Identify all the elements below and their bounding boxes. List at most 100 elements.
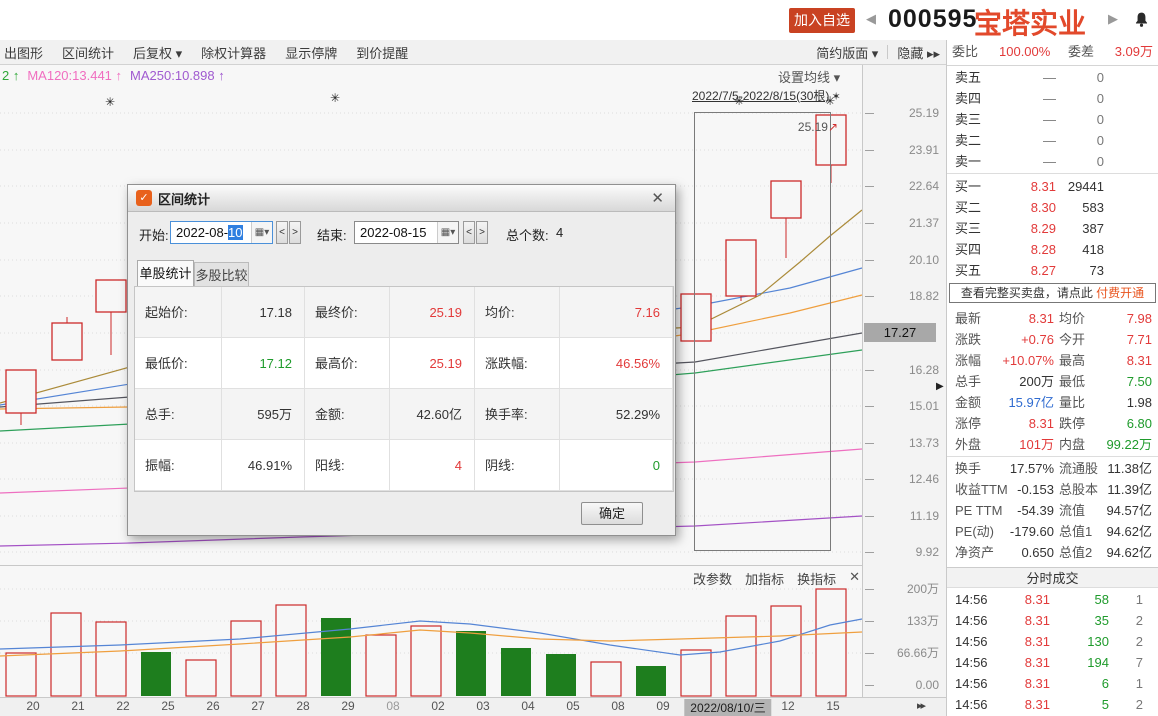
interval-stats-dialog: ✓ 区间统计 ✕ 开始: 2022-08-10 ▦▾ < > 结束: 2022-…: [127, 184, 676, 536]
table-label: 振幅:: [135, 440, 222, 491]
add-watchlist-button[interactable]: 加入自选: [789, 8, 855, 33]
dialog-close-icon[interactable]: ✕: [648, 189, 667, 207]
tab-single[interactable]: 单股统计: [137, 260, 194, 286]
start-date-input[interactable]: 2022-08-10 ▦▾: [170, 221, 273, 244]
table-label: 涨跌幅:: [475, 338, 560, 389]
stat-value: -0.153: [1017, 479, 1054, 500]
x-label: 25: [161, 699, 174, 713]
stat-value: 11.38亿: [1107, 458, 1152, 479]
x-label: 02: [431, 699, 444, 713]
menu-divider: [887, 45, 888, 59]
buy-row-3[interactable]: 买三8.29387: [947, 218, 1158, 239]
x-label: 03: [476, 699, 489, 713]
ma-label-1: MA120:13.441 ↑: [27, 68, 122, 83]
divider: [947, 456, 1158, 457]
start-date-text: 2022-08-: [176, 225, 228, 240]
axis-tick: [865, 685, 874, 686]
stat-label: 净资产: [955, 542, 994, 563]
sell-row-4[interactable]: 卖四—0: [947, 88, 1158, 109]
paywall-notice[interactable]: 查看完整买卖盘，请点此 付费开通: [949, 283, 1156, 303]
axis-label: 0.00: [916, 676, 939, 694]
sell-price: —: [1043, 130, 1056, 151]
menu-item-5[interactable]: 到价提醒: [356, 43, 408, 62]
stat-value: 11.39亿: [1107, 479, 1152, 500]
buy-row-1[interactable]: 买一8.3129441: [947, 176, 1158, 197]
stat-value: +0.76: [1021, 329, 1054, 350]
start-prev-button[interactable]: <: [276, 221, 288, 244]
menu-item-0[interactable]: 出图形: [4, 43, 43, 62]
buy-row-4[interactable]: 买四8.28418: [947, 239, 1158, 260]
menu-item-3[interactable]: 除权计算器: [201, 43, 266, 62]
calendar-dropdown-icon[interactable]: ▦▾: [437, 222, 458, 243]
set-ma-button[interactable]: 设置均线 ▾: [778, 67, 840, 86]
stat-value: 7.50: [1127, 371, 1152, 392]
dialog-title-bar[interactable]: ✓ 区间统计 ✕: [128, 185, 675, 212]
table-value: 25.19: [390, 287, 475, 338]
sell-volume: 0: [1097, 130, 1104, 151]
end-date-input[interactable]: 2022-08-15 ▦▾: [354, 221, 459, 244]
stat-value: 94.62亿: [1106, 542, 1152, 563]
volume-tool-2[interactable]: 换指标: [797, 569, 836, 588]
stats2-row-0: 换手17.57%流通股11.38亿: [947, 458, 1158, 479]
calendar-dropdown-icon[interactable]: ▦▾: [251, 222, 272, 243]
alert-bell-icon[interactable]: [1133, 10, 1150, 32]
buy-volume: 29441: [1068, 176, 1104, 197]
tick-count: 7: [1136, 652, 1143, 673]
menu-item-4[interactable]: 显示停牌: [285, 43, 337, 62]
sell-row-1[interactable]: 卖一—0: [947, 151, 1158, 172]
stat-label: 换手: [955, 458, 981, 479]
menu-item-2[interactable]: 后复权 ▾: [133, 43, 182, 62]
x-label: 09: [656, 699, 669, 713]
stat-label: 涨跌: [955, 329, 981, 350]
tick-row-2: 14:568.311302: [947, 631, 1158, 652]
stat-value: 8.31: [1029, 413, 1054, 434]
next-stock-icon[interactable]: ▶: [1108, 11, 1118, 27]
tab-multi[interactable]: 多股比较: [194, 262, 249, 286]
menu-right-item-1[interactable]: 隐藏 ▸▸: [897, 43, 940, 62]
stat-value: 94.57亿: [1106, 500, 1152, 521]
sell-row-5[interactable]: 卖五—0: [947, 67, 1158, 88]
table-label: 阳线:: [305, 440, 390, 491]
quote-panel: 委比 100.00% 委差 3.09万 查看完整买卖盘，请点此 付费开通 分时成…: [946, 40, 1158, 716]
start-next-button[interactable]: >: [289, 221, 301, 244]
volume-tool-1[interactable]: 加指标: [745, 569, 784, 588]
axis-tick: [865, 150, 874, 151]
end-next-button[interactable]: >: [476, 221, 488, 244]
end-prev-button[interactable]: <: [463, 221, 475, 244]
paywall-link[interactable]: 付费开通: [1096, 286, 1144, 300]
scroll-right-icon[interactable]: ▸▸: [917, 699, 924, 712]
buy-row-5[interactable]: 买五8.2773: [947, 260, 1158, 281]
x-label: 29: [341, 699, 354, 713]
range-label[interactable]: 2022/7/5-2022/8/15(30根)✶: [692, 87, 841, 104]
stat-label: 金额: [955, 392, 981, 413]
tick-count: 2: [1136, 631, 1143, 652]
sell-label: 卖四: [955, 88, 981, 109]
buy-price: 8.27: [1031, 260, 1056, 281]
volume-tool-0[interactable]: 改参数: [693, 569, 732, 588]
menu-item-1[interactable]: 区间统计: [62, 43, 114, 62]
prev-stock-icon[interactable]: ◀: [866, 11, 876, 27]
panel-collapse-icon[interactable]: ▶: [936, 381, 944, 392]
sell-label: 卖一: [955, 151, 981, 172]
sell-row-2[interactable]: 卖二—0: [947, 130, 1158, 151]
axis-tick: [865, 223, 874, 224]
stat-value: 6.80: [1127, 413, 1152, 434]
sell-row-3[interactable]: 卖三—0: [947, 109, 1158, 130]
stat-value: 8.31: [1029, 308, 1054, 329]
stat-label: 最新: [955, 308, 981, 329]
axis-tick: [865, 113, 874, 114]
tick-volume: 35: [1095, 610, 1109, 631]
tick-price: 8.31: [1025, 610, 1050, 631]
stats1-row-0: 最新8.31均价7.98: [947, 308, 1158, 329]
tick-time: 14:56: [955, 694, 988, 715]
x-label: 22: [116, 699, 129, 713]
ok-button[interactable]: 确定: [581, 502, 643, 525]
stat-label: 最高: [1059, 350, 1085, 371]
buy-row-2[interactable]: 买二8.30583: [947, 197, 1158, 218]
stat-value: +10.07%: [1002, 350, 1054, 371]
menu-bar: 出图形区间统计后复权 ▾ 除权计算器显示停牌到价提醒 简约版面 ▾ 隐藏 ▸▸: [0, 40, 946, 65]
range-text[interactable]: 2022/7/5-2022/8/15(30根): [692, 89, 829, 103]
buy-volume: 387: [1082, 218, 1104, 239]
volume-close-icon[interactable]: ✕: [849, 569, 860, 588]
menu-right-item-0[interactable]: 简约版面 ▾: [816, 43, 878, 62]
